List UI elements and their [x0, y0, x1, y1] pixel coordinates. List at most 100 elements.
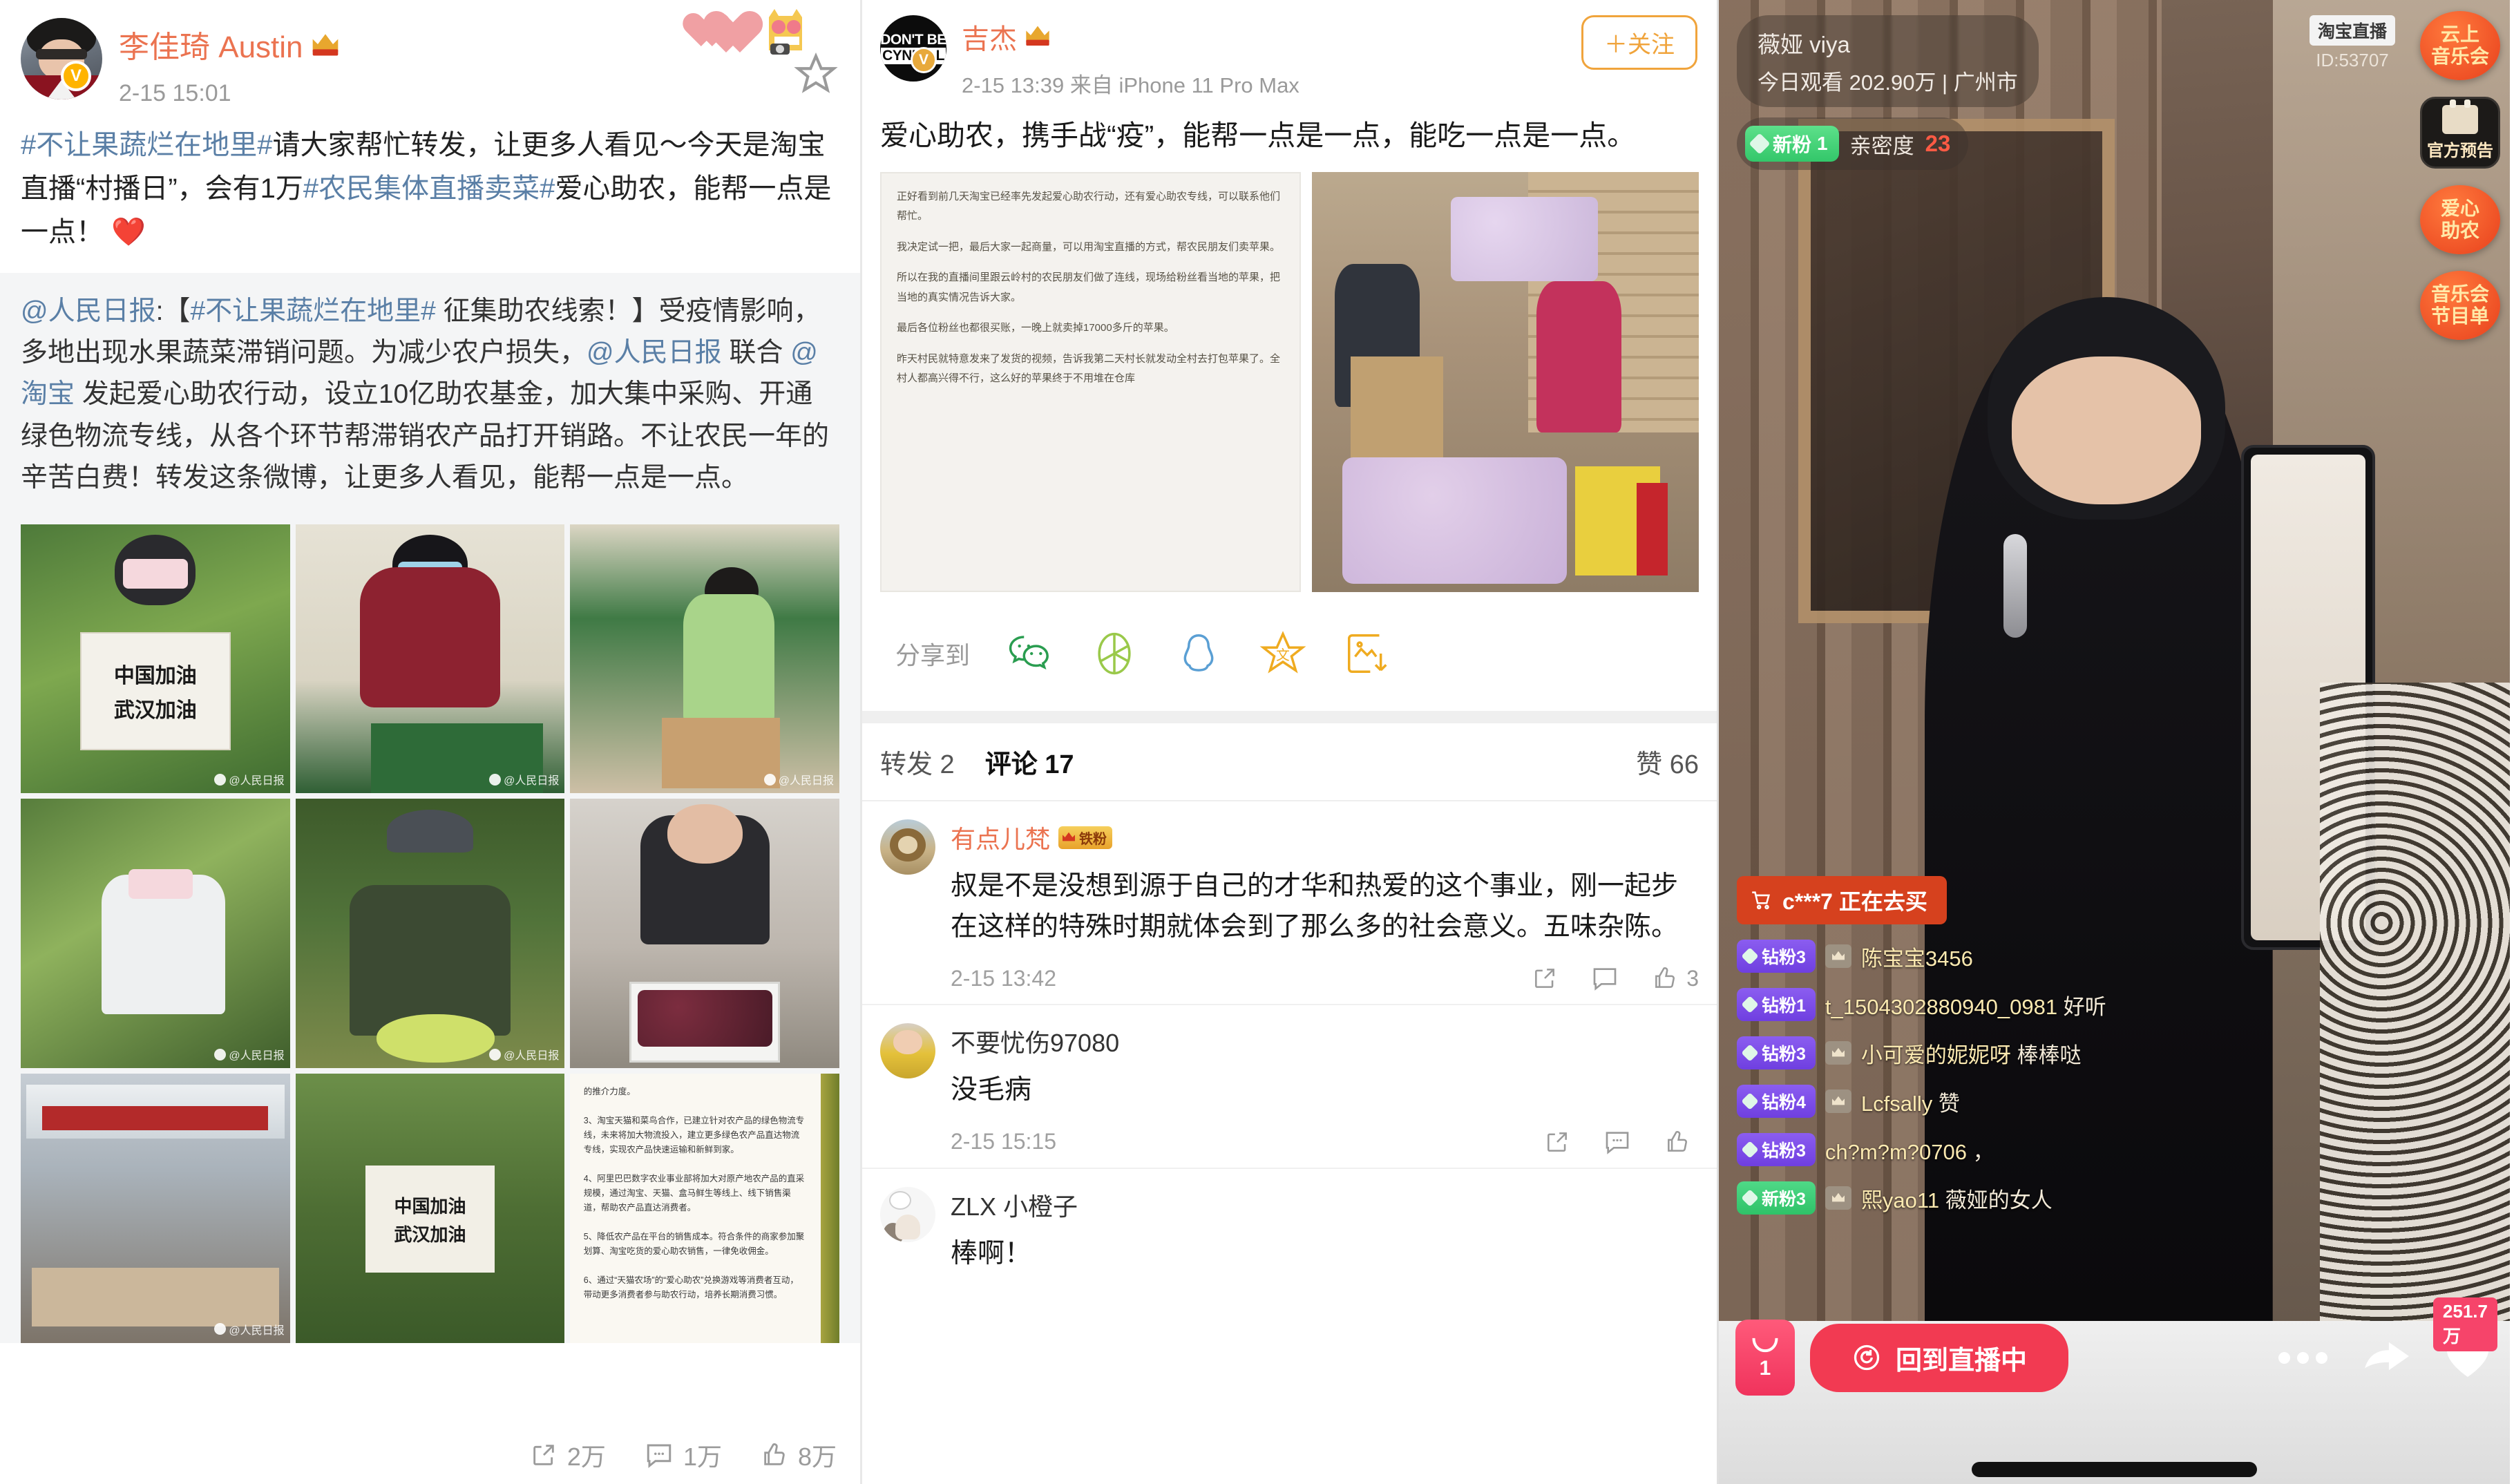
- photo-6[interactable]: [570, 799, 839, 1069]
- watermark: @人民日报: [214, 1046, 285, 1063]
- star-icon[interactable]: 文: [1259, 629, 1307, 678]
- quote-hashtag[interactable]: #不让果蔬烂在地里#: [190, 296, 435, 326]
- chat-message: 钻粉4 Lcfsally 赞: [1737, 1085, 2359, 1118]
- avatar[interactable]: [880, 1023, 935, 1079]
- host-info-chip[interactable]: 薇娅 viya 今日观看 202.90万 | 广州市: [1737, 15, 2039, 107]
- photo-8[interactable]: 中国加油 武汉加油: [295, 1074, 565, 1343]
- watermark: @人民日报: [489, 1046, 559, 1063]
- comment-author: 不要忧伤97080: [951, 1029, 1120, 1058]
- photo-1-sign-line2: 武汉加油: [113, 699, 197, 723]
- comment-share-button[interactable]: [1532, 965, 1558, 991]
- purchase-text: c***7 正在去买: [1782, 889, 1927, 914]
- like-stat[interactable]: 8万: [761, 1437, 837, 1473]
- mention-peoples-daily[interactable]: @人民日报: [21, 296, 156, 326]
- chat-text: t_1504302880940_0981 好听: [1825, 989, 2106, 1020]
- comment-reply-button[interactable]: [1603, 1129, 1631, 1155]
- comment-time: 2-15 15:15: [951, 1129, 1057, 1154]
- host-face: [2011, 356, 2202, 505]
- chat-user: 小可爱的妮妮呀: [1860, 1043, 2011, 1067]
- card-paragraph: 昨天村民就特意发来了发货的视频，告诉我第二天村长就发动全村去打包苹果了。全村人都…: [897, 352, 1281, 385]
- chat-body: 棒棒哒: [2017, 1043, 2082, 1067]
- photo-4[interactable]: @人民日报: [21, 799, 290, 1069]
- avatar[interactable]: DON'T BE CYNICAL: [880, 15, 946, 82]
- photo-1[interactable]: 中国加油 武汉加油 @人民日报: [21, 524, 290, 794]
- avatar[interactable]: [880, 819, 935, 875]
- more-options-icon[interactable]: [2278, 1351, 2327, 1364]
- alipay-icon[interactable]: [1090, 629, 1139, 678]
- hashtag-2[interactable]: #农民集体直播卖菜#: [303, 173, 555, 204]
- comment-like-button[interactable]: [1664, 1129, 1699, 1155]
- crown-icon: [1825, 1186, 1851, 1210]
- save-image-icon[interactable]: [1343, 629, 1391, 678]
- chat-message: 钻粉3 ch?m?m?0706 ，: [1737, 1133, 2359, 1166]
- purchase-notification: c***7 正在去买: [1737, 876, 1947, 924]
- mention-peoples-daily-2[interactable]: @人民日报: [587, 338, 722, 368]
- card-paragraph: 正好看到前几天淘宝已经率先发起爱心助农行动，还有爱心助农专线，可以联系他们帮忙。: [897, 190, 1281, 222]
- quoted-post[interactable]: @人民日报:【#不让果蔬烂在地里# 征集助农线索！】受疫情影响，多地出现水果蔬菜…: [0, 272, 860, 520]
- crown-icon: [1825, 944, 1851, 968]
- comment-reply-button[interactable]: [1591, 965, 1619, 991]
- comment-share-button[interactable]: [1544, 1129, 1570, 1155]
- photo-grid: 中国加油 武汉加油 @人民日报 @人民日报 @人民日报 @人民日报 @人民日报: [0, 520, 860, 1343]
- comment-stat[interactable]: 1万: [645, 1437, 722, 1473]
- comment-item: 不要忧伤97080 没毛病 2-15 15:15: [862, 1005, 1717, 1169]
- avatar[interactable]: [880, 1186, 935, 1242]
- crown-icon: [1825, 1090, 1851, 1113]
- concert-program-button[interactable]: 音乐会 节目单: [2420, 271, 2500, 340]
- hashtag-1[interactable]: #不让果蔬烂在地里#: [21, 130, 273, 160]
- tab-repost[interactable]: 转发 2: [880, 743, 955, 781]
- tab-like[interactable]: 赞 66: [1636, 743, 1699, 781]
- apple-packing-photo[interactable]: [1311, 171, 1699, 593]
- share-arrow-icon[interactable]: [2362, 1336, 2412, 1380]
- verified-badge: V: [61, 61, 91, 91]
- heart-sticker: [714, 12, 765, 58]
- chat-text: 陈宝宝3456: [1861, 941, 1973, 972]
- photo-9[interactable]: 的推介力度。 3、淘宝天猫和菜鸟合作，已建立针对农产品的绿色物流专线，未来将加大…: [570, 1074, 839, 1343]
- tab-comment[interactable]: 评论 17: [985, 743, 1074, 781]
- follow-button[interactable]: ＋关注: [1581, 15, 1697, 70]
- fan-level: 1: [1817, 133, 1828, 154]
- wechat-icon[interactable]: [1006, 629, 1054, 678]
- photo-8-sign-line1: 中国加油: [394, 1195, 466, 1217]
- like-heart-button[interactable]: 251.7万: [2432, 1297, 2497, 1382]
- detail-header: DON'T BE CYNICAL V 吉杰 2-15 13:39 来自 iPho…: [862, 0, 1717, 99]
- comment-author-row[interactable]: 有点儿梵 铁粉: [951, 819, 1699, 855]
- fan-badge: 钻粉3: [1737, 1133, 1816, 1166]
- post-time-source: 2-15 13:39 来自 iPhone 11 Pro Max: [962, 73, 1299, 97]
- long-text-card[interactable]: 正好看到前几天淘宝已经率先发起爱心助农行动，还有爱心助农专线，可以联系他们帮忙。…: [880, 171, 1301, 593]
- watermark: @人民日报: [489, 771, 559, 788]
- weibo-detail-panel: DON'T BE CYNICAL V 吉杰 2-15 13:39 来自 iPho…: [862, 0, 1719, 1484]
- share-label: 分享到: [895, 641, 971, 670]
- photo-7[interactable]: @人民日报: [21, 1074, 290, 1343]
- author-name-row[interactable]: 李佳琦 Austin: [119, 22, 341, 66]
- fan-label: 新粉: [1773, 134, 1812, 155]
- comment-like-button[interactable]: 3: [1652, 965, 1699, 991]
- photo-2[interactable]: @人民日报: [295, 524, 565, 794]
- official-preview-button[interactable]: 官方预告: [2420, 97, 2500, 169]
- intimacy-value: 23: [1925, 131, 1951, 156]
- fan-intimacy-chip[interactable]: 新粉 1 亲密度 23: [1737, 117, 1969, 170]
- back-to-live-button[interactable]: 回到直播中: [1810, 1323, 2069, 1392]
- repost-stat[interactable]: 2万: [530, 1437, 606, 1473]
- love-help-farmers-button[interactable]: 爱心 助农: [2420, 185, 2500, 254]
- like-count: 251.7万: [2432, 1297, 2497, 1351]
- avatar[interactable]: [21, 18, 102, 99]
- shopping-bag-button[interactable]: 1: [1735, 1320, 1795, 1396]
- chat-body: 赞: [1938, 1091, 1960, 1116]
- author-name-row[interactable]: 吉杰: [962, 17, 1299, 57]
- table-black-bar: [1972, 1462, 2257, 1477]
- like-count: 8万: [797, 1443, 837, 1471]
- qq-icon[interactable]: [1174, 629, 1223, 678]
- fan-badge: 钻粉1: [1737, 988, 1816, 1021]
- chat-body: 好听: [2063, 994, 2106, 1019]
- chat-message: 新粉3 熙yao11 薇娅的女人: [1737, 1181, 2359, 1215]
- photo-5[interactable]: @人民日报: [295, 799, 565, 1069]
- comment-author-row[interactable]: 不要忧伤97080: [951, 1023, 1699, 1059]
- cloud-concert-button[interactable]: 云上 音乐会: [2420, 11, 2500, 80]
- photo-3[interactable]: @人民日报: [570, 524, 839, 794]
- live-bottom-bar: 1 回到直播中 251.7万: [1719, 1297, 2510, 1396]
- comment-author-row[interactable]: ZLX 小橙子: [951, 1187, 1699, 1223]
- post-header: V 李佳琦 Austin 2-15 15:01: [0, 0, 860, 107]
- quote-text-3: 联合: [721, 338, 791, 368]
- chat-body: 薇娅的女人: [1945, 1188, 2053, 1212]
